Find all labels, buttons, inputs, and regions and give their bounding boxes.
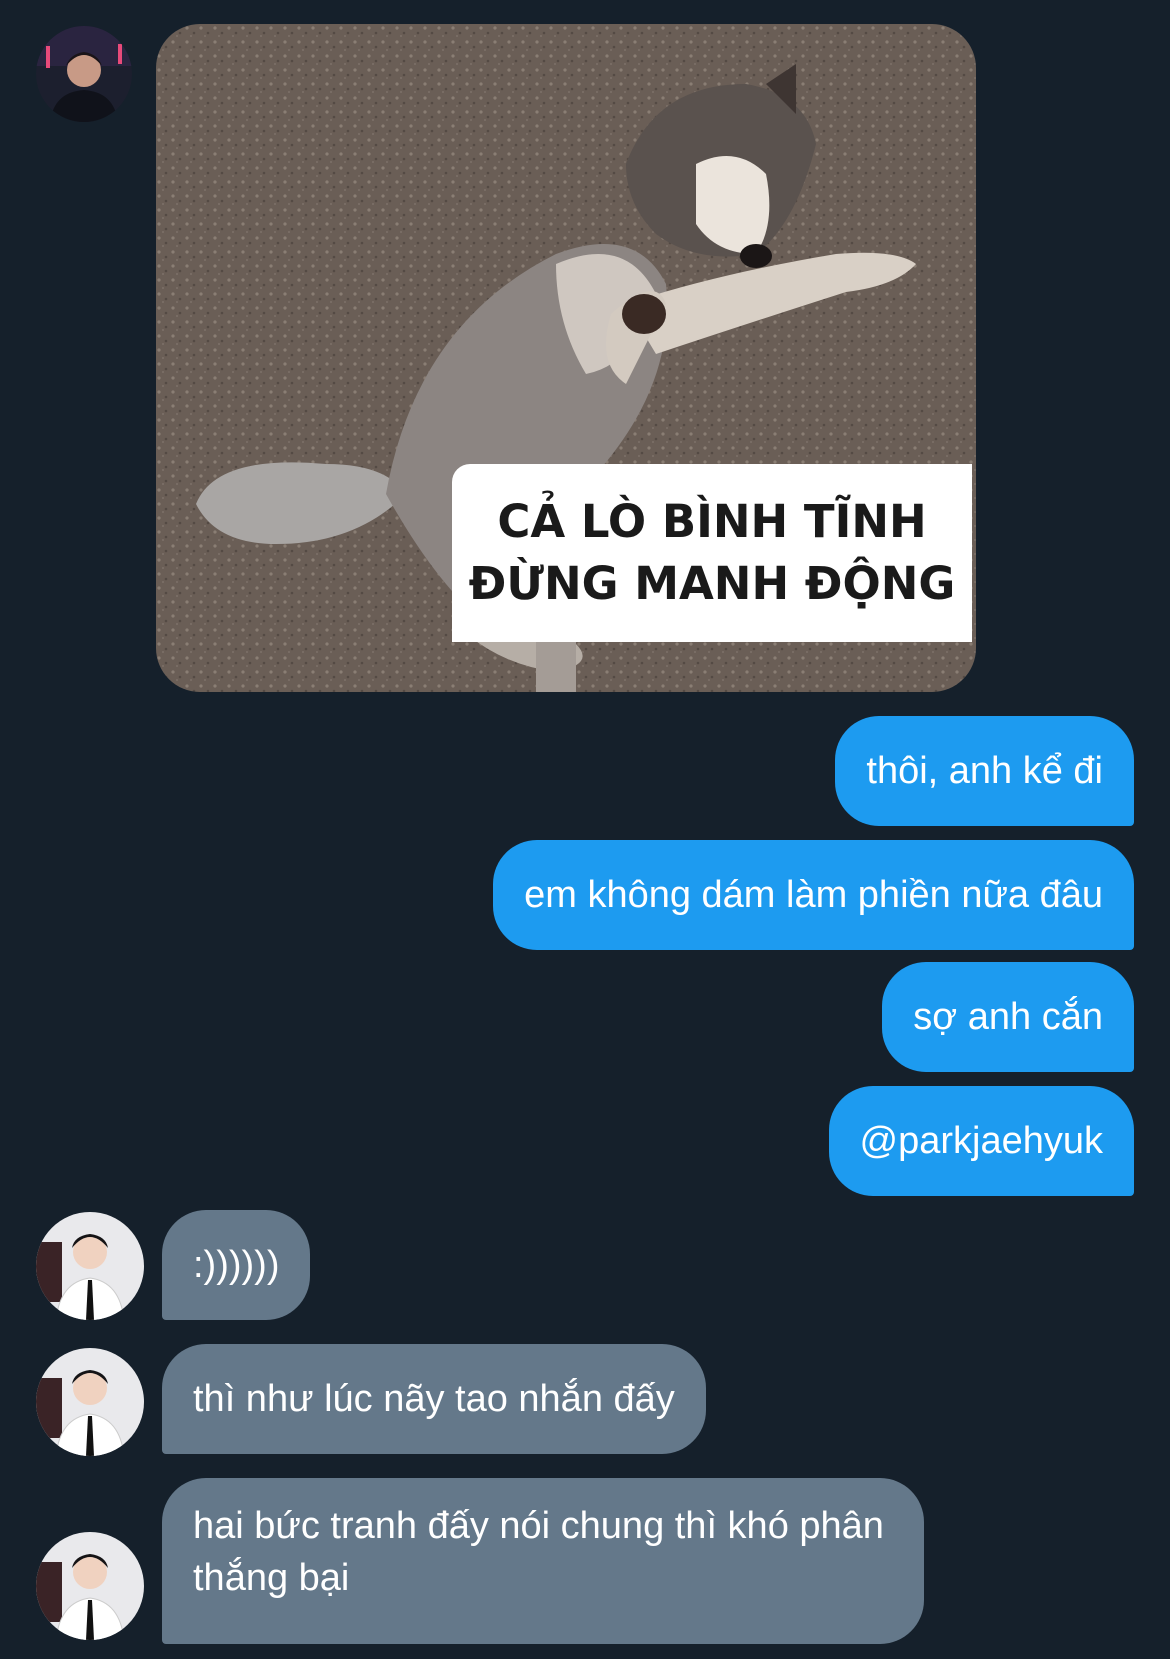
received-message[interactable]: hai bức tranh đấy nói chung thì khó phân… <box>162 1478 924 1644</box>
meme-caption-line-2: ĐỪNG MANH ĐỘNG <box>468 557 956 610</box>
user-avatar-icon <box>36 26 132 122</box>
user-avatar-icon <box>36 1532 144 1640</box>
receiver-avatar[interactable] <box>36 1212 144 1320</box>
meme-caption-box: CẢ LÒ BÌNH TĨNH ĐỪNG MANH ĐỘNG <box>452 464 972 642</box>
sender-avatar-top[interactable] <box>36 26 132 122</box>
sent-message[interactable]: @parkjaehyuk <box>828 1086 1134 1196</box>
received-message[interactable]: thì như lúc nãy tao nhắn đấy <box>162 1344 706 1454</box>
meme-image[interactable]: CẢ LÒ BÌNH TĨNH ĐỪNG MANH ĐỘNG <box>156 24 976 692</box>
user-avatar-icon <box>36 1212 144 1320</box>
sent-message[interactable]: em không dám làm phiền nữa đâu <box>493 840 1134 950</box>
sent-message[interactable]: sợ anh cắn <box>882 962 1134 1072</box>
user-avatar-icon <box>36 1348 144 1456</box>
receiver-avatar[interactable] <box>36 1532 144 1640</box>
received-message[interactable]: :)))))) <box>162 1210 311 1320</box>
sent-message[interactable]: thôi, anh kể đi <box>835 716 1134 826</box>
meme-caption-line-1: CẢ LÒ BÌNH TĨNH <box>497 495 927 548</box>
receiver-avatar[interactable] <box>36 1348 144 1456</box>
